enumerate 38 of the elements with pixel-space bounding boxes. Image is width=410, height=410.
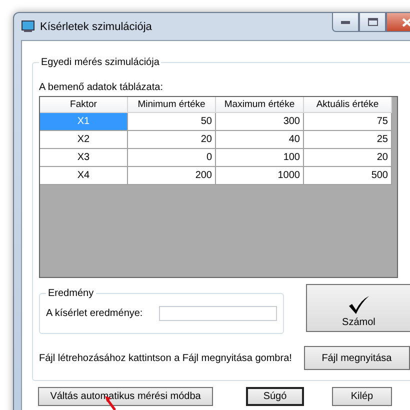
minimize-icon — [341, 20, 350, 24]
group-title: Egyedi mérés szimulációja — [40, 57, 160, 68]
window-title: Kísérletek szimulációja — [40, 20, 152, 32]
table-label: A bemenő adatok táblázata: — [39, 82, 164, 93]
result-field[interactable] — [158, 306, 277, 320]
column-header[interactable]: Minimum értéke — [128, 97, 216, 113]
table-cell[interactable]: X4 — [40, 167, 128, 185]
table-cell[interactable]: 500 — [304, 167, 392, 185]
minimize-button[interactable] — [332, 13, 359, 32]
table-cell[interactable]: 200 — [128, 167, 216, 185]
column-header[interactable]: Faktor — [40, 97, 128, 113]
table-cell[interactable]: 20 — [304, 149, 392, 167]
app-icon — [21, 20, 35, 33]
column-header[interactable]: Maximum értéke — [216, 97, 304, 113]
table-cell[interactable]: 75 — [304, 113, 392, 131]
table-cell[interactable]: 0 — [128, 149, 216, 167]
result-label: A kísérlet eredménye: — [46, 308, 143, 318]
table-cell[interactable]: 20 — [128, 131, 216, 149]
table-cell[interactable]: 1000 — [216, 167, 304, 185]
footer-button[interactable]: Váltás automatikus mérési módba — [38, 387, 213, 406]
table-cell[interactable]: 25 — [304, 131, 392, 149]
table-cell[interactable]: X2 — [40, 131, 128, 149]
checkmark-icon — [348, 295, 370, 315]
footer-button[interactable]: Kilép — [332, 387, 392, 406]
maximize-icon — [368, 18, 378, 26]
footer-button[interactable]: Súgó — [246, 387, 304, 406]
table-cell[interactable]: 100 — [216, 149, 304, 167]
file-hint: Fájl létrehozásához kattintson a Fájl megnyitása gombra! — [39, 352, 292, 364]
table-cell[interactable]: 300 — [216, 113, 304, 131]
table-cell[interactable]: X3 — [40, 149, 128, 167]
maximize-button[interactable] — [359, 13, 386, 32]
table-cell[interactable]: 50 — [128, 113, 216, 131]
column-header[interactable]: Aktuális értéke — [304, 97, 392, 113]
calculate-button[interactable]: Számol — [306, 284, 410, 332]
table-cell[interactable]: 40 — [216, 131, 304, 149]
result-title: Eredmény — [47, 288, 95, 299]
open-file-button[interactable]: Fájl megnyitása — [304, 346, 410, 370]
close-icon — [402, 18, 410, 26]
